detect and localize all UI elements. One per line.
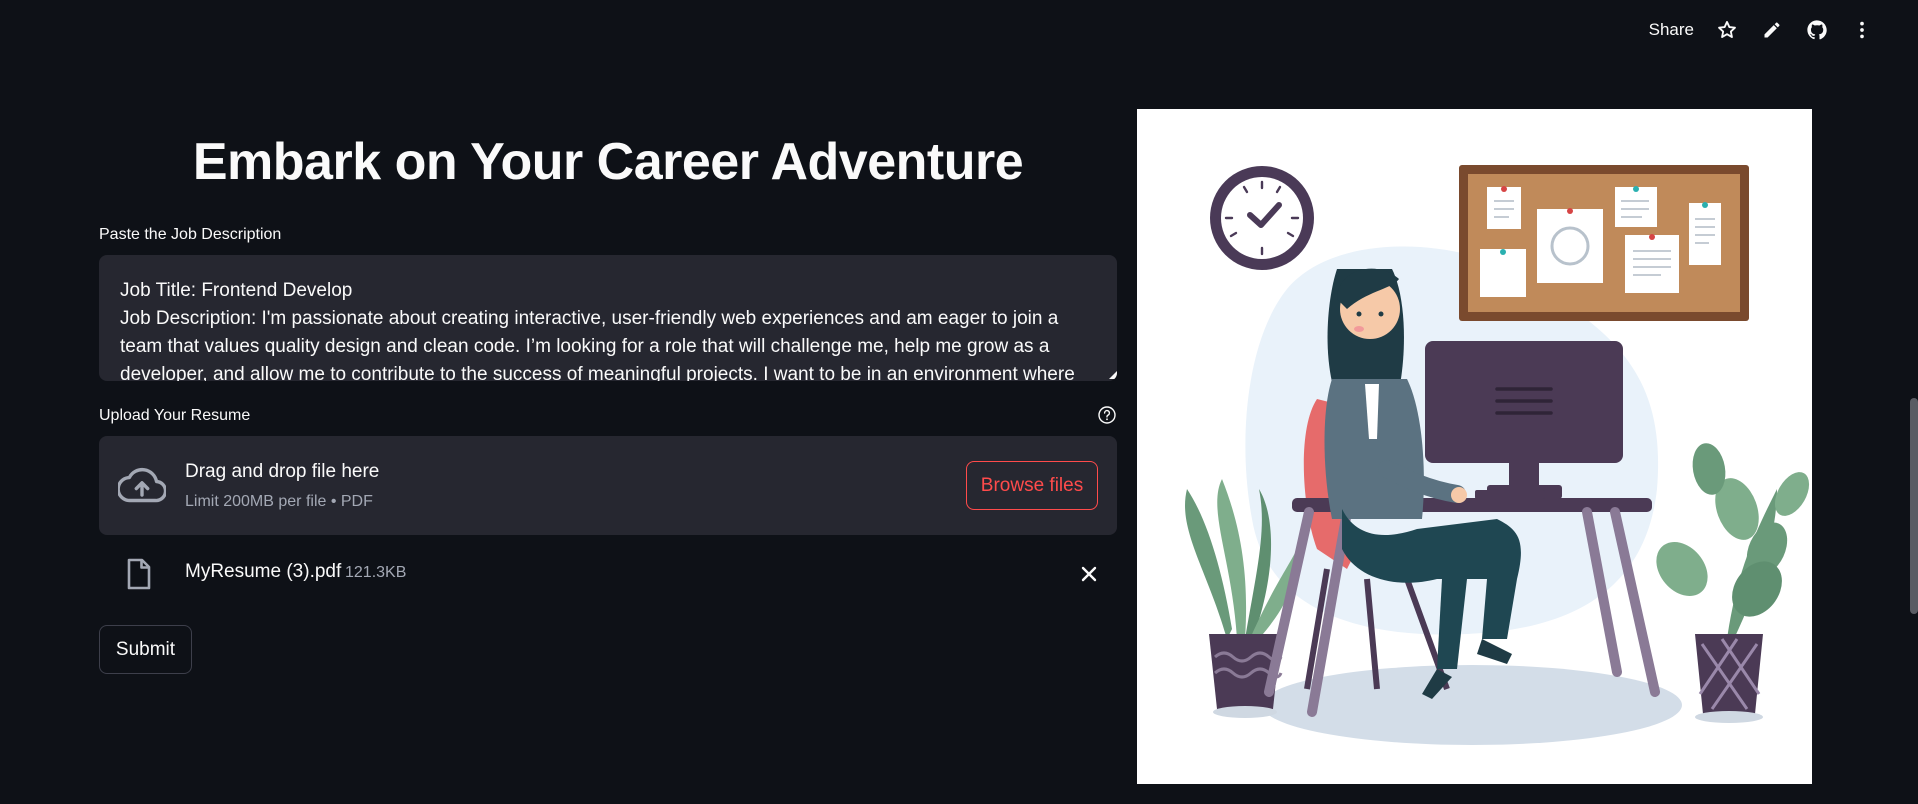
file-icon bbox=[127, 558, 151, 590]
browse-files-button[interactable]: Browse files bbox=[966, 461, 1098, 510]
cloud-upload-icon bbox=[118, 467, 166, 503]
right-plant-graphic bbox=[1656, 443, 1810, 723]
help-icon[interactable] bbox=[1097, 405, 1117, 425]
github-icon bbox=[1806, 20, 1827, 40]
career-illustration bbox=[1137, 109, 1812, 784]
office-worker-illustration bbox=[1185, 165, 1810, 745]
dropzone-title: Drag and drop file here bbox=[185, 461, 380, 482]
uploaded-file-name: MyResume (3).pdf bbox=[185, 561, 342, 582]
file-dropzone[interactable]: Drag and drop file here Limit 200MB per … bbox=[99, 436, 1117, 535]
more-vertical-icon bbox=[1859, 21, 1864, 39]
uploaded-file-size: 121.3KB bbox=[345, 564, 407, 581]
job-description-textarea[interactable]: Job Title: Frontend Develop Job Descript… bbox=[99, 255, 1117, 381]
header-toolbar: Share bbox=[1639, 14, 1884, 46]
edit-button[interactable] bbox=[1749, 14, 1794, 46]
page-scrollbar[interactable] bbox=[1910, 398, 1918, 614]
clock-graphic bbox=[1210, 166, 1314, 270]
favorite-button[interactable] bbox=[1704, 14, 1749, 46]
dropzone-limit: Limit 200MB per file • PDF bbox=[185, 493, 373, 510]
app-page: Share Embark on Your Career Adventure Pa… bbox=[0, 0, 1918, 804]
submit-button[interactable]: Submit bbox=[99, 625, 192, 674]
page-title: Embark on Your Career Adventure bbox=[192, 133, 1024, 191]
job-description-label: Paste the Job Description bbox=[99, 226, 282, 243]
resize-grip-icon[interactable] bbox=[1109, 371, 1117, 379]
github-button[interactable] bbox=[1794, 14, 1839, 46]
resume-upload-label: Upload Your Resume bbox=[99, 407, 251, 424]
uploaded-file-item: MyResume (3).pdf 121.3KB bbox=[99, 556, 1117, 592]
pencil-icon bbox=[1764, 22, 1779, 38]
close-icon[interactable] bbox=[1077, 562, 1101, 586]
job-description-text: Job Title: Frontend Develop Job Descript… bbox=[120, 280, 1075, 381]
corkboard-graphic bbox=[1459, 165, 1749, 321]
star-icon bbox=[1717, 21, 1736, 38]
share-button[interactable]: Share bbox=[1639, 14, 1704, 46]
main-menu-button[interactable] bbox=[1839, 14, 1884, 46]
